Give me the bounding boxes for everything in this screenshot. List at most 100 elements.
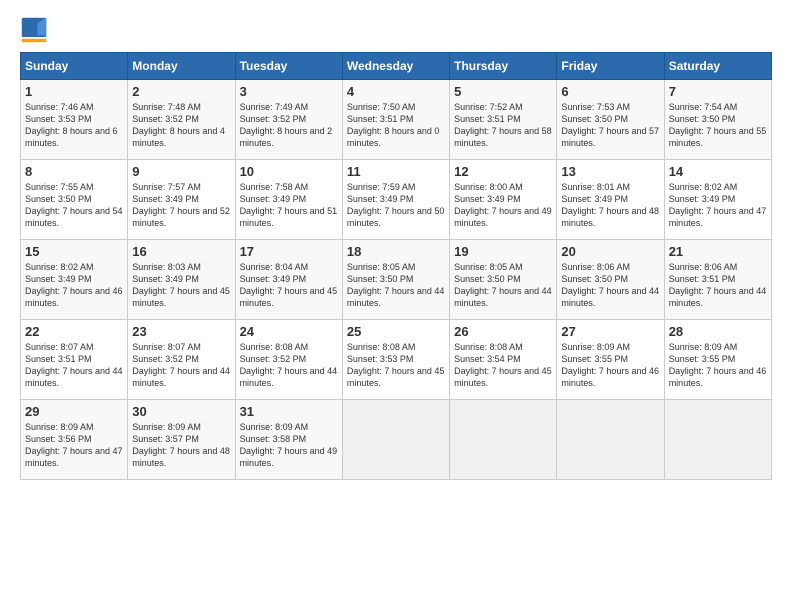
day-info: Sunrise: 7:55 AMSunset: 3:50 PMDaylight:… bbox=[25, 182, 123, 228]
weekday-header-sunday: Sunday bbox=[21, 53, 128, 80]
calendar-cell: 6 Sunrise: 7:53 AMSunset: 3:50 PMDaylight… bbox=[557, 80, 664, 160]
calendar-cell: 25 Sunrise: 8:08 AMSunset: 3:53 PMDayligh… bbox=[342, 320, 449, 400]
day-number: 1 bbox=[25, 84, 123, 99]
logo bbox=[20, 16, 52, 44]
day-info: Sunrise: 8:01 AMSunset: 3:49 PMDaylight:… bbox=[561, 182, 659, 228]
day-info: Sunrise: 8:02 AMSunset: 3:49 PMDaylight:… bbox=[25, 262, 123, 308]
calendar-cell: 17 Sunrise: 8:04 AMSunset: 3:49 PMDayligh… bbox=[235, 240, 342, 320]
day-info: Sunrise: 8:08 AMSunset: 3:53 PMDaylight:… bbox=[347, 342, 445, 388]
day-number: 7 bbox=[669, 84, 767, 99]
day-number: 25 bbox=[347, 324, 445, 339]
day-number: 11 bbox=[347, 164, 445, 179]
calendar-week-4: 22 Sunrise: 8:07 AMSunset: 3:51 PMDayligh… bbox=[21, 320, 772, 400]
calendar-week-5: 29 Sunrise: 8:09 AMSunset: 3:56 PMDayligh… bbox=[21, 400, 772, 480]
day-info: Sunrise: 8:06 AMSunset: 3:51 PMDaylight:… bbox=[669, 262, 767, 308]
weekday-header-thursday: Thursday bbox=[450, 53, 557, 80]
day-info: Sunrise: 7:48 AMSunset: 3:52 PMDaylight:… bbox=[132, 102, 225, 148]
calendar-week-2: 8 Sunrise: 7:55 AMSunset: 3:50 PMDaylight… bbox=[21, 160, 772, 240]
day-number: 9 bbox=[132, 164, 230, 179]
calendar-cell bbox=[664, 400, 771, 480]
day-number: 18 bbox=[347, 244, 445, 259]
weekday-header-monday: Monday bbox=[128, 53, 235, 80]
calendar-cell: 7 Sunrise: 7:54 AMSunset: 3:50 PMDaylight… bbox=[664, 80, 771, 160]
day-number: 29 bbox=[25, 404, 123, 419]
calendar-cell: 1 Sunrise: 7:46 AMSunset: 3:53 PMDaylight… bbox=[21, 80, 128, 160]
day-number: 19 bbox=[454, 244, 552, 259]
calendar-cell bbox=[450, 400, 557, 480]
day-number: 10 bbox=[240, 164, 338, 179]
day-info: Sunrise: 8:09 AMSunset: 3:58 PMDaylight:… bbox=[240, 422, 338, 468]
day-number: 30 bbox=[132, 404, 230, 419]
day-number: 6 bbox=[561, 84, 659, 99]
day-number: 21 bbox=[669, 244, 767, 259]
weekday-header-wednesday: Wednesday bbox=[342, 53, 449, 80]
calendar-cell: 11Sunrise: 7:59 AMSunset: 3:49 PMDayligh… bbox=[342, 160, 449, 240]
calendar-cell: 30 Sunrise: 8:09 AMSunset: 3:57 PMDayligh… bbox=[128, 400, 235, 480]
calendar-cell: 26Sunrise: 8:08 AMSunset: 3:54 PMDayligh… bbox=[450, 320, 557, 400]
calendar-cell: 13Sunrise: 8:01 AMSunset: 3:49 PMDayligh… bbox=[557, 160, 664, 240]
day-info: Sunrise: 8:07 AMSunset: 3:51 PMDaylight:… bbox=[25, 342, 123, 388]
day-info: Sunrise: 8:02 AMSunset: 3:49 PMDaylight:… bbox=[669, 182, 767, 228]
day-info: Sunrise: 7:46 AMSunset: 3:53 PMDaylight:… bbox=[25, 102, 118, 148]
day-number: 20 bbox=[561, 244, 659, 259]
calendar-week-3: 15 Sunrise: 8:02 AMSunset: 3:49 PMDayligh… bbox=[21, 240, 772, 320]
calendar-cell: 14 Sunrise: 8:02 AMSunset: 3:49 PMDayligh… bbox=[664, 160, 771, 240]
calendar-cell: 31Sunrise: 8:09 AMSunset: 3:58 PMDayligh… bbox=[235, 400, 342, 480]
calendar-cell: 23Sunrise: 8:07 AMSunset: 3:52 PMDayligh… bbox=[128, 320, 235, 400]
day-number: 23 bbox=[132, 324, 230, 339]
day-info: Sunrise: 8:09 AMSunset: 3:55 PMDaylight:… bbox=[669, 342, 767, 388]
day-info: Sunrise: 7:52 AMSunset: 3:51 PMDaylight:… bbox=[454, 102, 552, 148]
day-number: 3 bbox=[240, 84, 338, 99]
calendar-cell: 8 Sunrise: 7:55 AMSunset: 3:50 PMDaylight… bbox=[21, 160, 128, 240]
day-info: Sunrise: 8:08 AMSunset: 3:52 PMDaylight:… bbox=[240, 342, 338, 388]
day-number: 12 bbox=[454, 164, 552, 179]
calendar-cell: 2 Sunrise: 7:48 AMSunset: 3:52 PMDaylight… bbox=[128, 80, 235, 160]
day-number: 14 bbox=[669, 164, 767, 179]
weekday-header-friday: Friday bbox=[557, 53, 664, 80]
calendar-cell: 18Sunrise: 8:05 AMSunset: 3:50 PMDayligh… bbox=[342, 240, 449, 320]
calendar-page: SundayMondayTuesdayWednesdayThursdayFrid… bbox=[0, 0, 792, 490]
day-info: Sunrise: 8:09 AMSunset: 3:55 PMDaylight:… bbox=[561, 342, 659, 388]
day-number: 2 bbox=[132, 84, 230, 99]
day-number: 28 bbox=[669, 324, 767, 339]
day-info: Sunrise: 8:04 AMSunset: 3:49 PMDaylight:… bbox=[240, 262, 338, 308]
calendar-cell: 21 Sunrise: 8:06 AMSunset: 3:51 PMDayligh… bbox=[664, 240, 771, 320]
calendar-cell: 10Sunrise: 7:58 AMSunset: 3:49 PMDayligh… bbox=[235, 160, 342, 240]
day-number: 27 bbox=[561, 324, 659, 339]
day-number: 8 bbox=[25, 164, 123, 179]
calendar-cell: 27 Sunrise: 8:09 AMSunset: 3:55 PMDayligh… bbox=[557, 320, 664, 400]
calendar-cell: 20 Sunrise: 8:06 AMSunset: 3:50 PMDayligh… bbox=[557, 240, 664, 320]
day-info: Sunrise: 7:49 AMSunset: 3:52 PMDaylight:… bbox=[240, 102, 333, 148]
day-number: 16 bbox=[132, 244, 230, 259]
day-info: Sunrise: 7:57 AMSunset: 3:49 PMDaylight:… bbox=[132, 182, 230, 228]
day-number: 24 bbox=[240, 324, 338, 339]
weekday-header-tuesday: Tuesday bbox=[235, 53, 342, 80]
day-info: Sunrise: 7:50 AMSunset: 3:51 PMDaylight:… bbox=[347, 102, 440, 148]
calendar-cell: 22 Sunrise: 8:07 AMSunset: 3:51 PMDayligh… bbox=[21, 320, 128, 400]
day-info: Sunrise: 8:09 AMSunset: 3:57 PMDaylight:… bbox=[132, 422, 230, 468]
day-info: Sunrise: 8:05 AMSunset: 3:50 PMDaylight:… bbox=[454, 262, 552, 308]
calendar-cell bbox=[557, 400, 664, 480]
weekday-header-saturday: Saturday bbox=[664, 53, 771, 80]
day-number: 17 bbox=[240, 244, 338, 259]
day-info: Sunrise: 7:53 AMSunset: 3:50 PMDaylight:… bbox=[561, 102, 659, 148]
day-number: 15 bbox=[25, 244, 123, 259]
calendar-cell: 28 Sunrise: 8:09 AMSunset: 3:55 PMDayligh… bbox=[664, 320, 771, 400]
calendar-cell bbox=[342, 400, 449, 480]
calendar-cell: 4 Sunrise: 7:50 AMSunset: 3:51 PMDaylight… bbox=[342, 80, 449, 160]
calendar-week-1: 1 Sunrise: 7:46 AMSunset: 3:53 PMDaylight… bbox=[21, 80, 772, 160]
calendar-cell: 15 Sunrise: 8:02 AMSunset: 3:49 PMDayligh… bbox=[21, 240, 128, 320]
day-info: Sunrise: 8:09 AMSunset: 3:56 PMDaylight:… bbox=[25, 422, 123, 468]
day-info: Sunrise: 8:08 AMSunset: 3:54 PMDaylight:… bbox=[454, 342, 552, 388]
day-number: 22 bbox=[25, 324, 123, 339]
day-number: 4 bbox=[347, 84, 445, 99]
calendar-cell: 9 Sunrise: 7:57 AMSunset: 3:49 PMDaylight… bbox=[128, 160, 235, 240]
calendar-table: SundayMondayTuesdayWednesdayThursdayFrid… bbox=[20, 52, 772, 480]
day-info: Sunrise: 8:06 AMSunset: 3:50 PMDaylight:… bbox=[561, 262, 659, 308]
calendar-cell: 19 Sunrise: 8:05 AMSunset: 3:50 PMDayligh… bbox=[450, 240, 557, 320]
calendar-cell: 29 Sunrise: 8:09 AMSunset: 3:56 PMDayligh… bbox=[21, 400, 128, 480]
logo-icon bbox=[20, 16, 48, 44]
calendar-cell: 3 Sunrise: 7:49 AMSunset: 3:52 PMDaylight… bbox=[235, 80, 342, 160]
day-info: Sunrise: 7:54 AMSunset: 3:50 PMDaylight:… bbox=[669, 102, 767, 148]
calendar-cell: 24 Sunrise: 8:08 AMSunset: 3:52 PMDayligh… bbox=[235, 320, 342, 400]
